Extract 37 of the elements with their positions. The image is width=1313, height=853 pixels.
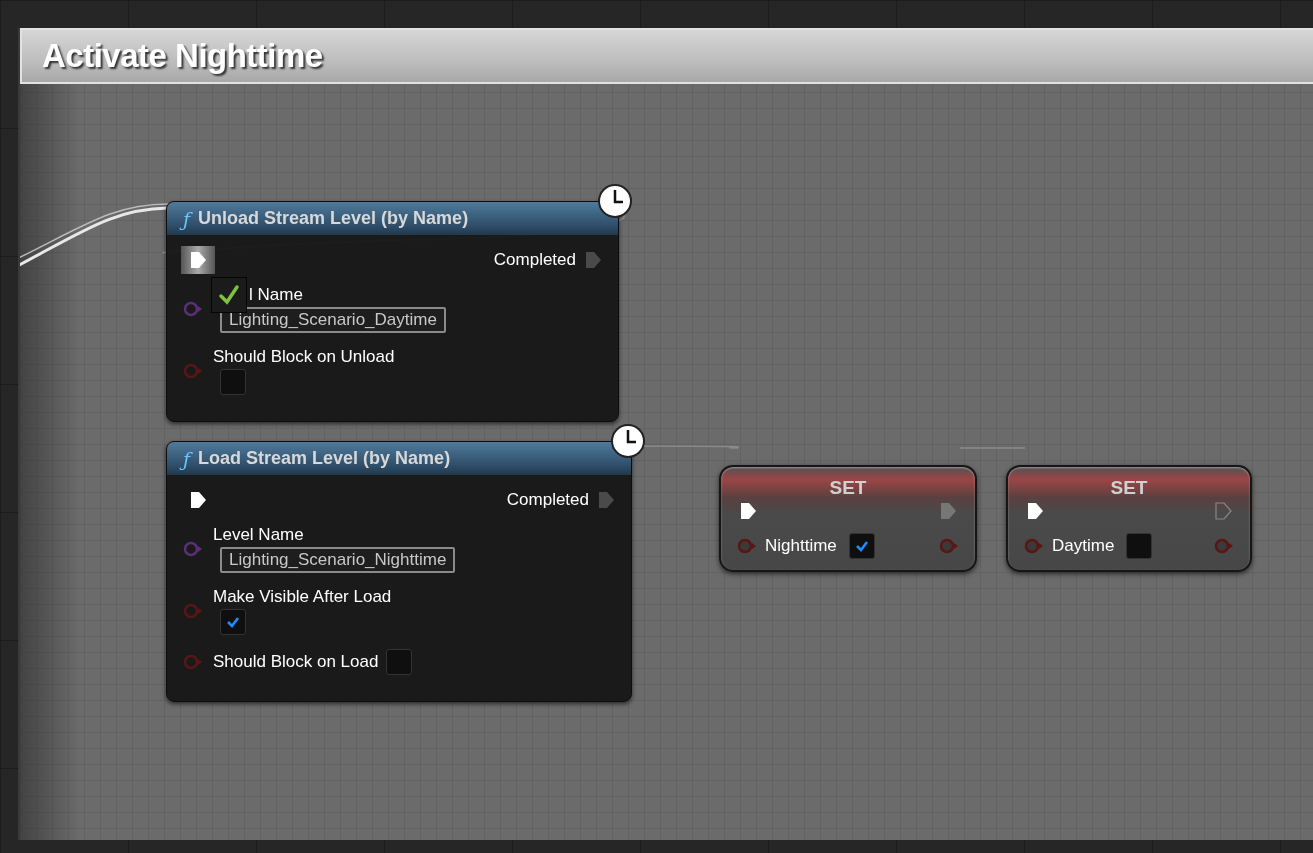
data-pin-icon[interactable]	[1214, 538, 1234, 554]
checkbox[interactable]	[386, 649, 413, 675]
exec-pin-icon[interactable]	[739, 502, 757, 520]
data-pin-icon[interactable]	[737, 538, 757, 554]
data-pin-icon[interactable]	[183, 603, 203, 619]
pin-label: Should Block on Load	[213, 652, 379, 672]
text-field[interactable]: Lighting_Scenario_Daytime	[220, 307, 446, 333]
checkbox[interactable]	[1126, 533, 1153, 559]
data-pin-icon[interactable]	[183, 541, 203, 557]
node-title: SET	[828, 476, 868, 499]
pin-label: Make Visible After Load	[213, 587, 392, 607]
comment-title: Activate Nighttime	[42, 37, 323, 75]
set-node[interactable]: SET Daytime	[1006, 465, 1252, 572]
exec-pin-icon[interactable]	[1026, 502, 1044, 520]
pin-label: Level Name	[213, 525, 304, 545]
checkbox[interactable]	[220, 609, 246, 635]
text-field[interactable]: Lighting_Scenario_Nighttime	[220, 547, 456, 573]
function-node[interactable]: ƒ Load Stream Level (by Name) Completed Level Name Lighting_Scenario_Nighttime Make Visible After Load Should Block on Load	[166, 441, 632, 702]
data-pin-icon[interactable]	[183, 301, 203, 317]
data-pin-icon[interactable]	[183, 654, 203, 670]
node-title: SET	[1109, 476, 1149, 499]
pin-label: Nighttime	[765, 536, 837, 556]
function-node[interactable]: ƒ Unload Stream Level (by Name) Completed l Name Lighting_Scenario_Daytime Should Block on Unload	[166, 201, 619, 422]
exec-pin-icon[interactable]	[181, 246, 215, 274]
data-pin-icon[interactable]	[1024, 538, 1044, 554]
exec-label: Completed	[506, 490, 589, 510]
node-title: Load Stream Level (by Name)	[198, 448, 451, 469]
data-pin-icon[interactable]	[183, 363, 203, 379]
data-pin-icon[interactable]	[939, 538, 959, 554]
exec-label: Completed	[493, 250, 576, 270]
node-title: Unload Stream Level (by Name)	[198, 208, 469, 229]
checkbox[interactable]	[848, 533, 875, 559]
set-node[interactable]: SET Nighttime	[719, 465, 977, 572]
checkbox[interactable]	[220, 369, 246, 395]
pin-label: l Name	[249, 285, 303, 305]
pin-label: Daytime	[1052, 536, 1115, 556]
pin-label: Should Block on Unload	[213, 347, 395, 367]
